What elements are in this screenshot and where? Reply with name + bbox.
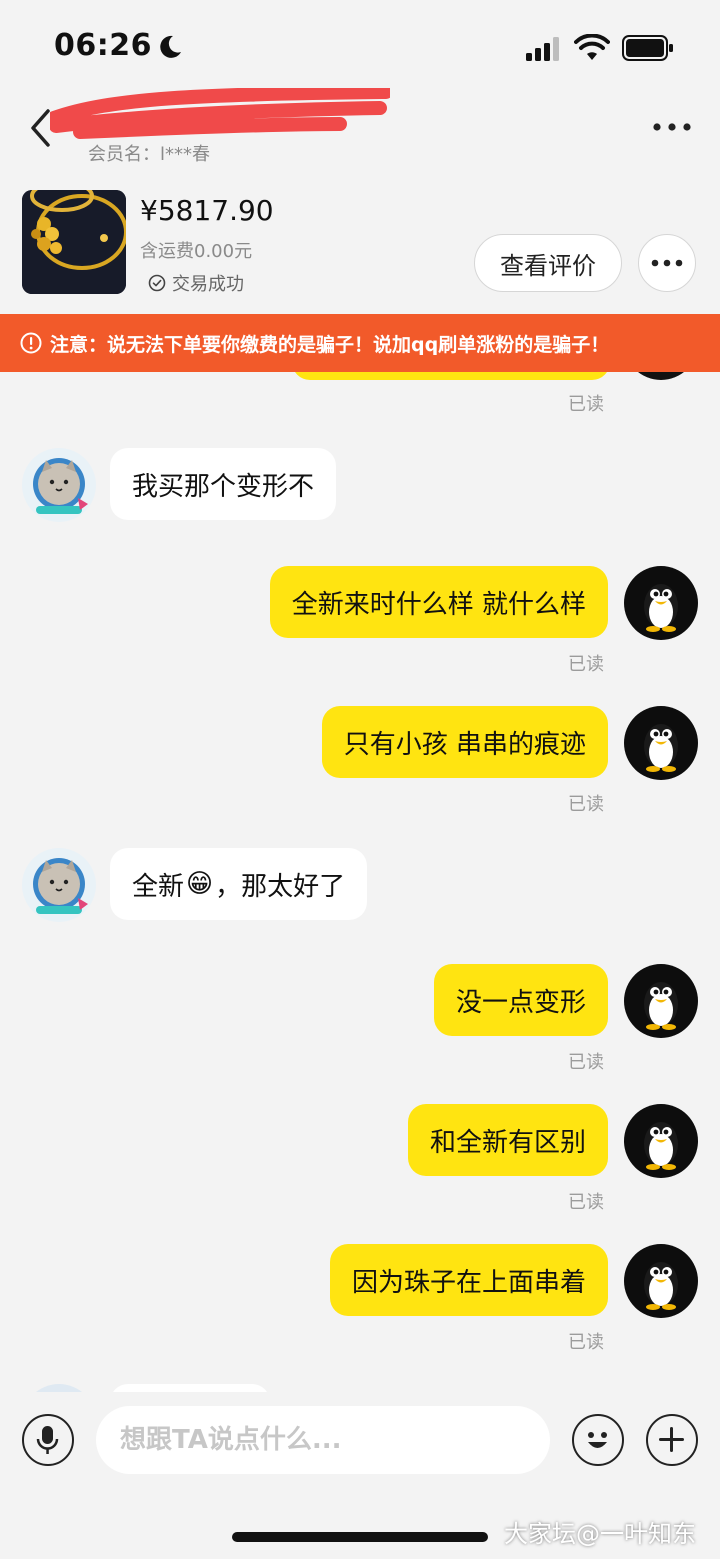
read-receipt: 已读: [568, 654, 604, 675]
my-avatar[interactable]: [624, 706, 698, 780]
plus-icon: [659, 1427, 684, 1452]
message-text: ，那太好了: [215, 871, 346, 902]
member-name: 会员名：l***春: [88, 144, 211, 165]
moon-icon: [160, 35, 181, 58]
bangle-image: [22, 190, 126, 294]
penguin-avatar-icon: [624, 1104, 698, 1178]
my-avatar[interactable]: [624, 964, 698, 1038]
seller-avatar[interactable]: [22, 848, 96, 922]
grin-emoji: 😁: [186, 869, 214, 899]
read-receipt: 已读: [568, 1192, 604, 1213]
more-icon: [651, 259, 683, 267]
product-thumbnail[interactable]: [22, 190, 126, 294]
emoji-icon: [588, 1432, 607, 1448]
warning-text: 注意：说无法下单要你缴费的是骗子！说加qq刷单涨粉的是骗子！: [50, 333, 610, 356]
message-input-container[interactable]: [96, 1406, 550, 1474]
trade-status: 交易成功: [148, 270, 244, 296]
read-receipt: 已读: [568, 394, 604, 415]
product-more-button[interactable]: [638, 234, 696, 292]
check-circle-icon: [148, 274, 166, 292]
penguin-avatar-icon: [624, 566, 698, 640]
read-receipt: 已读: [568, 794, 604, 815]
my-avatar[interactable]: [624, 1244, 698, 1318]
my-avatar-partial[interactable]: [624, 372, 698, 380]
penguin-avatar-icon: [624, 1244, 698, 1318]
message-input[interactable]: [118, 1424, 522, 1456]
message-bubble[interactable]: 因为珠子在上面串着: [329, 1244, 608, 1316]
more-icon[interactable]: [650, 112, 694, 142]
message-bubble[interactable]: 全新来时什么样 就什么样: [269, 566, 608, 638]
chat-list[interactable]: 已读 我买那个变形不 全新来时什么样 就什么样 已读 只有小孩 串串的痕迹 已读…: [0, 372, 720, 1392]
more-actions-button[interactable]: [646, 1414, 698, 1466]
warning-banner: 注意：说无法下单要你缴费的是骗子！说加qq刷单涨粉的是骗子！: [0, 314, 720, 372]
wifi-icon: [574, 34, 610, 60]
product-price: ¥5817.90: [140, 194, 274, 227]
my-avatar[interactable]: [624, 566, 698, 640]
my-avatar[interactable]: [624, 1104, 698, 1178]
message-bubble[interactable]: 没一点变形: [433, 964, 608, 1036]
view-review-button[interactable]: 查看评价: [474, 234, 622, 292]
battery-icon: [622, 35, 673, 61]
read-receipt: 已读: [568, 1332, 604, 1353]
seller-avatar[interactable]: [22, 448, 96, 522]
emoji-button[interactable]: [572, 1414, 624, 1466]
voice-button[interactable]: [22, 1414, 74, 1466]
message-text: 全新: [132, 871, 185, 902]
message-bubble[interactable]: 全新 😁 ，那太好了: [110, 848, 368, 920]
message-bubble[interactable]: 我买那个变形不: [110, 448, 337, 520]
cat-avatar-icon: [22, 448, 96, 522]
status-time: 06:26: [54, 28, 152, 63]
mic-icon: [36, 1426, 59, 1454]
redaction-scribble: [50, 88, 390, 139]
warning-icon: [20, 332, 42, 354]
message-bubble[interactable]: 和全新有区别: [407, 1104, 608, 1176]
signal-icon: [526, 37, 559, 61]
shipping-fee: 含运费0.00元: [140, 241, 253, 262]
watermark: 大家坛@一叶知东: [504, 1520, 696, 1548]
penguin-avatar-icon: [624, 964, 698, 1038]
trade-status-label: 交易成功: [172, 274, 244, 295]
cat-avatar-icon: [22, 848, 96, 922]
penguin-avatar-icon: [624, 706, 698, 780]
message-bubble[interactable]: 只有小孩 串串的痕迹: [321, 706, 608, 778]
seller-avatar-partial[interactable]: [22, 1384, 96, 1392]
home-indicator[interactable]: [232, 1532, 488, 1542]
read-receipt: 已读: [568, 1052, 604, 1073]
message-bubble-partial[interactable]: [110, 1384, 270, 1392]
message-bubble-partial[interactable]: [292, 372, 610, 380]
